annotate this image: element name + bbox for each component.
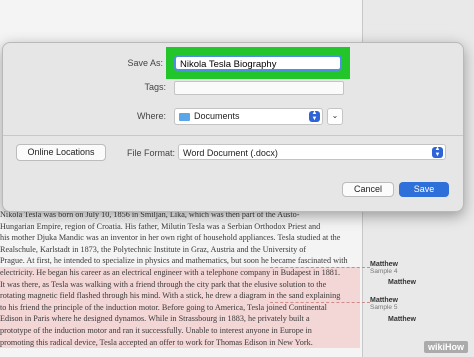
up-down-chevron-icon: ▲ ▼ [432,146,443,158]
comment-card[interactable]: Matthew [388,316,416,323]
comment-connector [270,267,370,268]
document-line: to his friend the principle of the induc… [0,301,360,314]
save-dialog: Save As: Nikola Tesla Biography Tags: Wh… [2,42,464,212]
save-as-label: Save As: [127,58,163,68]
comment-author: Matthew [388,316,416,323]
up-down-chevron-icon: ▲ ▼ [309,110,320,122]
comment-card[interactable]: Matthew Sample 4 [370,261,398,275]
file-format-label: File Format: [126,148,175,158]
cancel-button[interactable]: Cancel [342,182,394,197]
comment-card[interactable]: Matthew Sample 5 [370,297,398,311]
comment-connector [270,302,370,303]
comment-sample: Sample 4 [370,268,398,275]
document-line: electricity. He began his career as an e… [0,266,360,279]
comment-card[interactable]: Matthew [388,279,416,286]
where-select[interactable]: Documents ▲ ▼ [174,108,323,125]
comment-author: Matthew [370,297,398,304]
file-format-value: Word Document (.docx) [183,148,278,158]
folder-icon [179,113,190,121]
comment-author: Matthew [370,261,398,268]
tags-input[interactable] [174,81,344,95]
save-as-input[interactable]: Nikola Tesla Biography [174,55,342,71]
wikihow-watermark: wikiHow [423,341,468,353]
where-value: Documents [194,111,240,121]
document-line: promoting this radical device, Tesla acc… [0,336,360,349]
file-format-select[interactable]: Word Document (.docx) ▲ ▼ [178,144,446,160]
where-label: Where: [136,111,166,121]
comment-sample: Sample 5 [370,304,398,311]
expand-button[interactable]: ⌄ [327,108,343,125]
document-line: It was there, as Tesla was walking with … [0,278,360,291]
document-line: Hungarian Empire, region of Croatia. His… [0,221,321,231]
dialog-divider [3,135,463,136]
document-line: Realschule, Karlstadt in 1873, the Polyt… [0,244,307,254]
online-locations-button[interactable]: Online Locations [16,144,106,161]
tags-label: Tags: [144,82,166,92]
document-body: Nikola Tesla was born on July 10, 1856 i… [0,209,360,349]
document-line: his mother Djuka Mandic was an inventor … [0,233,341,243]
save-as-highlight: Nikola Tesla Biography [166,47,350,79]
comment-author: Matthew [388,279,416,286]
save-button[interactable]: Save [399,182,449,197]
document-line: prototype of the induction motor and ran… [0,324,360,337]
document-line: Prague. At first, he intended to special… [0,256,348,266]
document-line: Edison in Paris where he designed dynamo… [0,313,360,325]
document-line: rotating magnetic field flashed through … [0,290,360,302]
